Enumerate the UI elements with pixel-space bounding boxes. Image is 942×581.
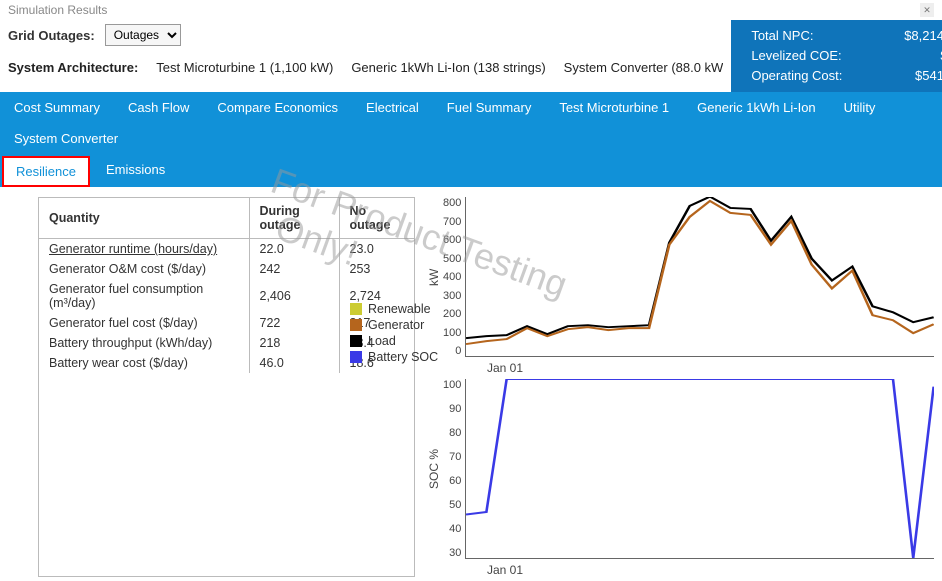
tab-compare-economics[interactable]: Compare Economics: [203, 92, 352, 123]
cell-quantity: Battery throughput (kWh/day): [39, 333, 249, 353]
tabstrip: Cost SummaryCash FlowCompare EconomicsEl…: [0, 92, 942, 187]
arch-microturbine: Test Microturbine 1 (1,100 kW): [156, 60, 333, 75]
close-button[interactable]: ✕: [920, 3, 934, 17]
cell-quantity: Battery wear cost ($/day): [39, 353, 249, 373]
cell-during: 46.0: [249, 353, 339, 373]
arch-liion: Generic 1kWh Li-Ion (138 strings): [351, 60, 545, 75]
op-value: $541,901.90: [915, 66, 942, 86]
tab-electrical[interactable]: Electrical: [352, 92, 433, 123]
window-title: Simulation Results: [8, 3, 107, 17]
tab-generic-1kwh-li-ion[interactable]: Generic 1kWh Li-Ion: [683, 92, 830, 123]
legend-generator: Generator: [350, 318, 438, 332]
col-during: During outage: [249, 198, 339, 239]
tab-test-microturbine-1[interactable]: Test Microturbine 1: [545, 92, 683, 123]
cell-noout: 253: [339, 259, 414, 279]
npc-value: $8,214,640.00: [904, 26, 942, 46]
npc-label: Total NPC:: [751, 26, 813, 46]
tab-cost-summary[interactable]: Cost Summary: [0, 92, 114, 123]
tab-utility[interactable]: Utility: [830, 92, 890, 123]
cell-during: 22.0: [249, 239, 339, 260]
table-row: Generator runtime (hours/day)22.023.0: [39, 239, 414, 260]
col-noout: No outage: [339, 198, 414, 239]
legend-renewable: Renewable: [350, 302, 438, 316]
cell-quantity: Generator fuel cost ($/day): [39, 313, 249, 333]
table-row: Generator O&M cost ($/day)242253: [39, 259, 414, 279]
kw-xlabel: Jan 01: [487, 361, 934, 375]
tab-resilience[interactable]: Resilience: [2, 156, 90, 187]
legend-load: Load: [350, 334, 438, 348]
legend-battery: Battery SOC: [350, 350, 438, 364]
cell-during: 218: [249, 333, 339, 353]
tab-fuel-summary[interactable]: Fuel Summary: [433, 92, 546, 123]
resilience-table: Quantity During outage No outage Generat…: [38, 197, 415, 577]
soc-ylabel: SOC %: [425, 379, 443, 559]
tab-cash-flow[interactable]: Cash Flow: [114, 92, 203, 123]
kw-chart: kW 8007006005004003002001000: [425, 197, 934, 357]
outages-select[interactable]: Outages: [105, 24, 181, 46]
tab-system-converter[interactable]: System Converter: [0, 123, 132, 154]
col-quantity: Quantity: [39, 198, 249, 239]
cell-noout: 23.0: [339, 239, 414, 260]
grid-outages-label: Grid Outages:: [8, 28, 95, 43]
soc-xlabel: Jan 01: [487, 563, 934, 577]
cell-quantity: Generator O&M cost ($/day): [39, 259, 249, 279]
cost-summary-box: Total NPC:$8,214,640.00 Levelized COE:$0…: [731, 20, 942, 92]
tab-emissions[interactable]: Emissions: [92, 154, 179, 187]
soc-chart: SOC % 10090807060504030: [425, 379, 934, 559]
cell-during: 722: [249, 313, 339, 333]
op-label: Operating Cost:: [751, 66, 842, 86]
cell-quantity: Generator runtime (hours/day): [39, 239, 249, 260]
system-architecture-label: System Architecture:: [8, 60, 138, 75]
chart-legend: Renewable Generator Load Battery SOC: [350, 300, 438, 366]
coe-label: Levelized COE:: [751, 46, 841, 66]
cell-during: 242: [249, 259, 339, 279]
arch-converter: System Converter (88.0 kW: [564, 60, 724, 75]
cell-quantity: Generator fuel consumption (m³/day): [39, 279, 249, 313]
cell-during: 2,406: [249, 279, 339, 313]
